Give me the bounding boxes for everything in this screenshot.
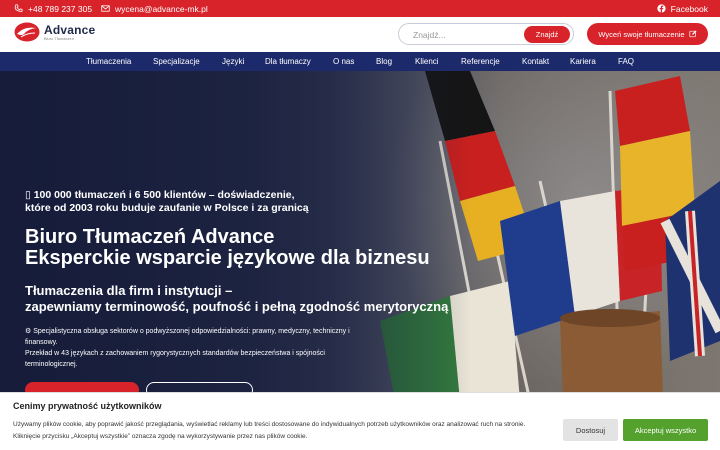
- email-contact[interactable]: wycena@advance-mk.pl: [101, 0, 208, 17]
- logo-mark-icon: [14, 22, 40, 42]
- phone-number: +48 789 237 305: [28, 3, 93, 14]
- quote-button-label: Wyceń swoje tłumaczenie: [598, 29, 685, 39]
- cookie-accept-button[interactable]: Akceptuj wszystko: [623, 419, 708, 441]
- nav-item-kontakt[interactable]: Kontakt: [522, 57, 549, 66]
- hero-subtitle: Tłumaczenia dla firm i instytucji – zape…: [25, 283, 449, 314]
- cookie-title: Cenimy prywatność użytkowników: [13, 401, 162, 411]
- hero-title: Biuro Tłumaczeń Advance Eksperckie wspar…: [25, 226, 430, 269]
- facebook-icon: [657, 4, 666, 13]
- phone-contact[interactable]: +48 789 237 305: [14, 0, 92, 17]
- search-button[interactable]: Znajdź: [524, 26, 570, 43]
- hero-description: ⚙ Specjalistyczna obsługa sektorów o pod…: [25, 328, 350, 368]
- nav-item-dla-tlumaczy[interactable]: Dla tłumaczy: [265, 57, 311, 66]
- main-nav: Tłumaczenia Specjalizacje Języki Dla tłu…: [0, 52, 720, 71]
- logo-tagline: Biuro Tłumaczeń: [44, 35, 74, 41]
- header: Advance Biuro Tłumaczeń Znajdź Wyceń swo…: [0, 17, 720, 52]
- search-input[interactable]: [413, 28, 513, 41]
- edit-icon: [689, 30, 697, 38]
- hero-intro: ▯ 100 000 tłumaczeń i 6 500 klientów – d…: [25, 189, 309, 214]
- logo-name: Advance: [44, 22, 96, 37]
- nav-item-o-nas[interactable]: O nas: [333, 57, 354, 66]
- mail-icon: [101, 5, 110, 12]
- email-address: wycena@advance-mk.pl: [115, 3, 208, 14]
- nav-item-kariera[interactable]: Kariera: [570, 57, 596, 66]
- phone-icon: [14, 4, 23, 12]
- quote-button[interactable]: Wyceń swoje tłumaczenie: [587, 23, 708, 45]
- top-bar: +48 789 237 305 wycena@advance-mk.pl Fac…: [0, 0, 720, 17]
- nav-item-klienci[interactable]: Klienci: [415, 57, 439, 66]
- nav-item-blog[interactable]: Blog: [376, 57, 392, 66]
- nav-item-tlumaczenia[interactable]: Tłumaczenia: [86, 57, 131, 66]
- nav-item-specjalizacje[interactable]: Specjalizacje: [153, 57, 200, 66]
- logo[interactable]: Advance Biuro Tłumaczeń: [14, 22, 95, 42]
- cookie-customize-button[interactable]: Dostosuj: [563, 419, 618, 441]
- facebook-link[interactable]: Facebook: [657, 0, 708, 17]
- nav-item-jezyki[interactable]: Języki: [222, 57, 244, 66]
- search-box: Znajdź: [398, 23, 574, 45]
- facebook-label: Facebook: [670, 3, 708, 14]
- nav-item-referencje[interactable]: Referencje: [461, 57, 500, 66]
- cookie-text: Używamy plików cookie, aby poprawić jako…: [13, 421, 526, 440]
- nav-item-faq[interactable]: FAQ: [618, 57, 634, 66]
